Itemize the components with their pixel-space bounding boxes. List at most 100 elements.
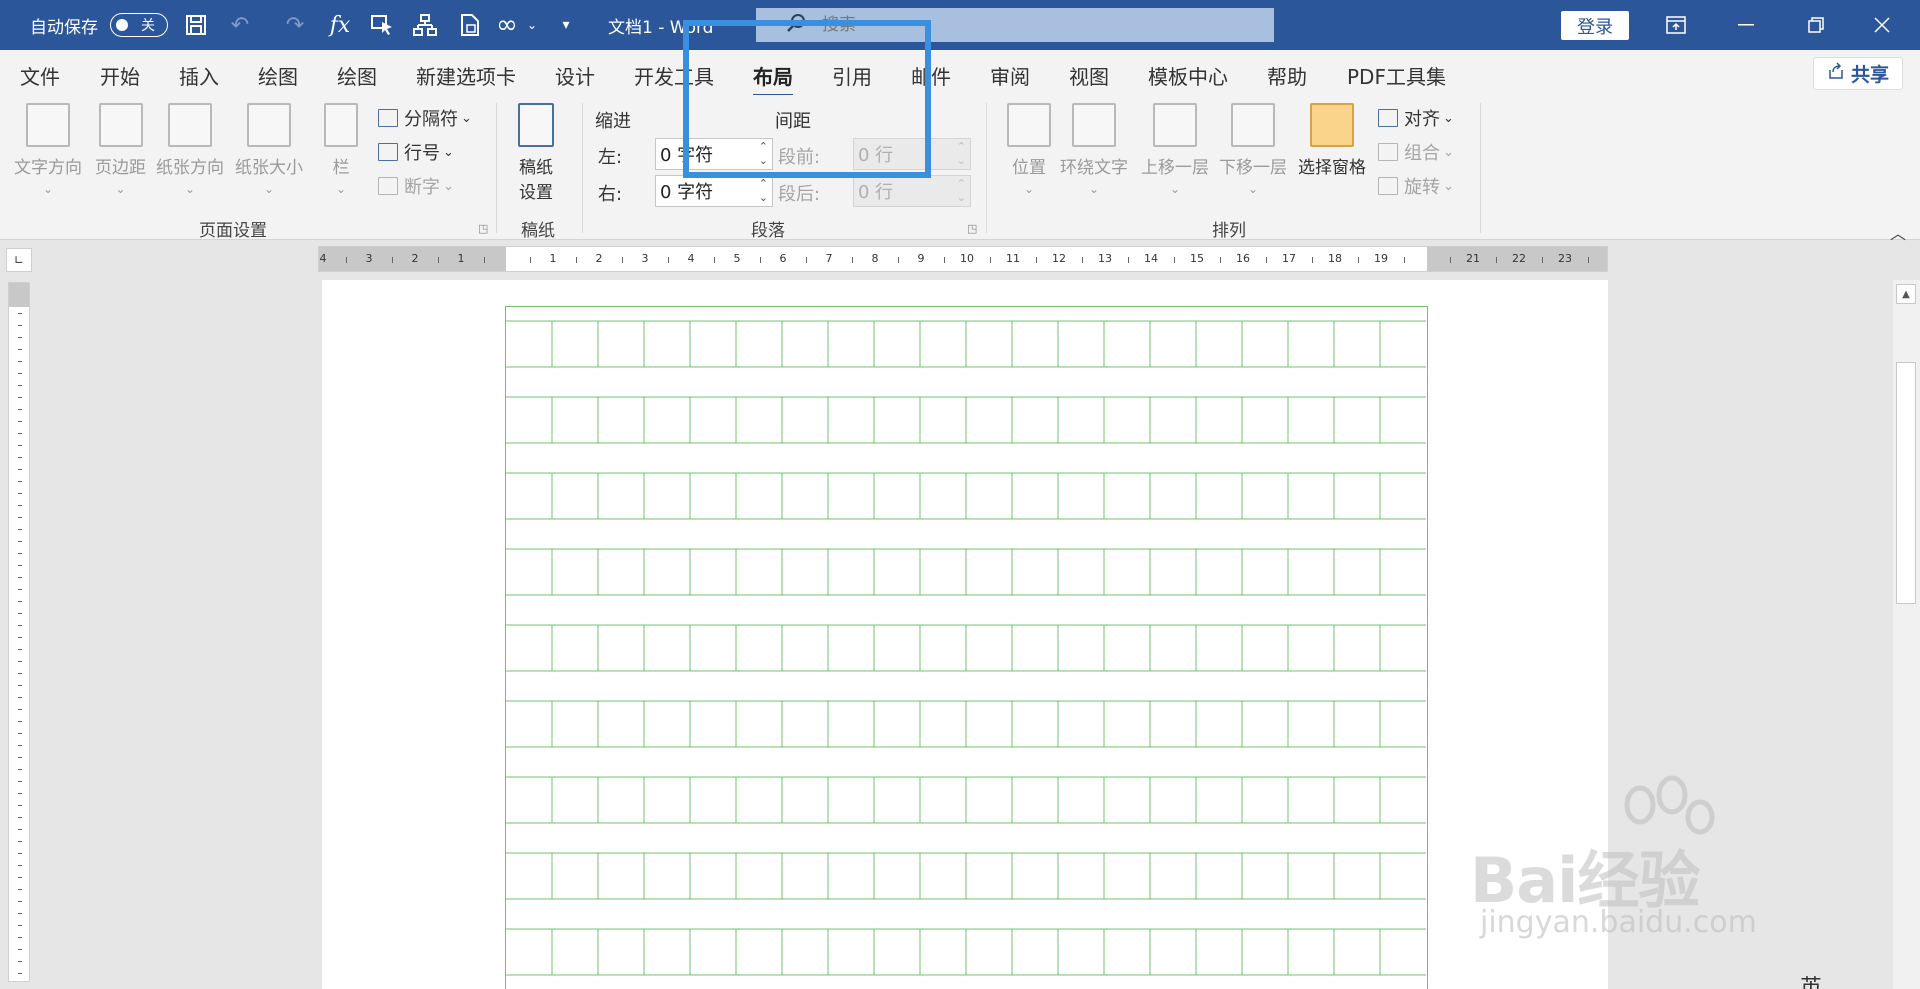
ruler-tick — [18, 445, 22, 446]
redo-icon[interactable]: ↷ — [280, 10, 310, 40]
share-button[interactable]: 共享 — [1813, 57, 1903, 90]
ruler-tick — [1082, 257, 1083, 263]
breaks-button[interactable]: 分隔符 ⌄ — [378, 105, 472, 131]
indent-left-field[interactable]: 0 字符 ⌃ ⌄ — [655, 138, 773, 170]
ruler-tick — [18, 721, 22, 722]
ruler-tick — [18, 481, 22, 482]
autosave-toggle[interactable]: 关 — [110, 13, 168, 37]
tab-layout[interactable]: 布局 — [753, 61, 793, 97]
select-icon[interactable] — [367, 10, 397, 40]
tab-insert[interactable]: 插入 — [179, 61, 219, 90]
indent-right-field[interactable]: 0 字符 ⌃ ⌄ — [655, 175, 773, 207]
horizontal-ruler[interactable]: 4 3 2 1 1 2 3 4 5 6 7 8 9 10 11 12 13 14 15 16 17 18 19 21 22 23 — [318, 246, 1608, 272]
login-button[interactable]: 登录 — [1561, 11, 1629, 40]
undo-icon[interactable]: ↶ — [225, 10, 255, 40]
space-before-field[interactable]: 0 行 ⌃ ⌄ — [853, 138, 971, 170]
tab-draw[interactable]: 绘图 — [258, 61, 298, 90]
collapse-ribbon-icon[interactable]: ︿ — [1890, 220, 1906, 244]
position-button[interactable]: 位置 ⌄ — [1007, 103, 1051, 196]
tab-references[interactable]: 引用 — [832, 61, 872, 90]
ruler-tick — [438, 257, 439, 263]
vertical-ruler[interactable] — [8, 282, 30, 982]
ruler-number: 3 — [641, 252, 649, 265]
ruler-tick — [18, 781, 22, 782]
ruler-number: 5 — [733, 252, 741, 265]
org-chart-icon[interactable] — [410, 10, 440, 40]
tab-design[interactable]: 设计 — [555, 61, 595, 90]
ruler-tick — [990, 257, 991, 263]
page-setup-launcher-icon[interactable]: ◳ — [478, 222, 488, 235]
spin-arrows-icon[interactable]: ⌃ ⌄ — [759, 177, 768, 205]
spin-arrows-icon[interactable]: ⌃ ⌄ — [759, 140, 768, 168]
align-button[interactable]: 对齐 ⌄ — [1378, 105, 1454, 131]
search-input[interactable] — [822, 15, 1242, 35]
tab-selector[interactable]: ∟ — [6, 248, 32, 272]
paragraph-launcher-icon[interactable]: ◳ — [967, 222, 977, 235]
tab-draw-2[interactable]: 绘图 — [337, 61, 377, 90]
vertical-scrollbar[interactable]: ▲ — [1893, 280, 1920, 989]
customize-icon[interactable]: ▾ — [551, 10, 581, 40]
ruler-number: 3 — [365, 252, 373, 265]
manuscript-settings-button[interactable]: 稿纸 设置 — [518, 103, 554, 203]
ruler-tick — [18, 409, 22, 410]
ribbon-display-icon[interactable] — [1646, 0, 1706, 50]
language-indicator[interactable]: 英 — [1800, 970, 1822, 989]
bring-forward-button[interactable]: 上移一层 ⌄ — [1141, 103, 1209, 196]
save-icon[interactable] — [181, 10, 211, 40]
tab-developer[interactable]: 开发工具 — [634, 61, 714, 90]
tab-new-tab[interactable]: 新建选项卡 — [416, 61, 516, 90]
columns-label: 栏 — [332, 158, 350, 178]
tab-file[interactable]: 文件 — [20, 61, 60, 90]
orientation-button[interactable]: 纸张方向 ⌄ — [156, 103, 224, 196]
spin-arrows-icon[interactable]: ⌃ ⌄ — [957, 177, 966, 205]
ruler-tick — [1220, 257, 1221, 263]
ruler-tick — [18, 517, 22, 518]
document-icon[interactable] — [455, 10, 485, 40]
tab-review[interactable]: 审阅 — [990, 61, 1030, 90]
formula-icon[interactable]: fx — [325, 10, 355, 40]
chevron-down-icon: ⌄ — [115, 182, 126, 196]
ruler-tick — [1358, 257, 1359, 263]
columns-button[interactable]: 栏 ⌄ — [324, 103, 358, 196]
space-after-field[interactable]: 0 行 ⌃ ⌄ — [853, 175, 971, 207]
restore-icon[interactable] — [1786, 0, 1846, 50]
chevron-down-icon: ⌄ — [263, 182, 275, 196]
ruler-tick — [18, 625, 22, 626]
group-button[interactable]: 组合 ⌄ — [1378, 139, 1454, 165]
ruler-tick — [1174, 257, 1175, 263]
ribbon-tabs: 文件 开始 插入 绘图 绘图 新建选项卡 设计 开发工具 布局 引用 邮件 审阅… — [0, 50, 1920, 97]
send-backward-button[interactable]: 下移一层 ⌄ — [1219, 103, 1287, 196]
tab-help[interactable]: 帮助 — [1267, 61, 1307, 90]
tab-view[interactable]: 视图 — [1069, 61, 1109, 90]
search-box[interactable] — [756, 8, 1274, 42]
rotate-button[interactable]: 旋转 ⌄ — [1378, 173, 1454, 199]
minimize-icon[interactable] — [1716, 0, 1776, 50]
chevron-down-icon: ⌄ — [42, 182, 54, 196]
paragraph-group-label: 段落 — [751, 221, 785, 241]
tab-home[interactable]: 开始 — [100, 61, 140, 90]
hyphenation-button[interactable]: 断字 ⌄ — [378, 173, 454, 199]
line-numbers-button[interactable]: 行号 ⌄ — [378, 139, 454, 165]
tab-mailings[interactable]: 邮件 — [911, 61, 951, 90]
group-label: 组合 — [1404, 143, 1440, 164]
margins-button[interactable]: 页边距 ⌄ — [95, 103, 146, 196]
ruler-tick — [18, 469, 22, 470]
selection-pane-button[interactable]: 选择窗格 — [1298, 103, 1366, 178]
chevron-down-icon[interactable]: ⌄ — [517, 10, 547, 40]
scroll-up-icon[interactable]: ▲ — [1896, 284, 1916, 304]
size-button[interactable]: 纸张大小 ⌄ — [235, 103, 303, 196]
manuscript-grid — [505, 306, 1428, 989]
ruler-tick — [18, 913, 22, 914]
ruler-tick — [668, 257, 669, 263]
ruler-tick — [760, 257, 761, 263]
indent-right-label: 右: — [598, 184, 623, 205]
tab-pdf-tools[interactable]: PDF工具集 — [1347, 61, 1446, 90]
text-direction-button[interactable]: 文字方向 ⌄ — [14, 103, 82, 196]
tab-template-center[interactable]: 模板中心 — [1148, 61, 1228, 90]
scroll-thumb[interactable] — [1896, 362, 1916, 604]
search-icon — [786, 13, 806, 38]
close-icon[interactable] — [1852, 0, 1912, 50]
spin-arrows-icon[interactable]: ⌃ ⌄ — [957, 140, 966, 168]
ruler-number: 4 — [319, 252, 327, 265]
wrap-text-button[interactable]: 环绕文字 ⌄ — [1060, 103, 1128, 196]
